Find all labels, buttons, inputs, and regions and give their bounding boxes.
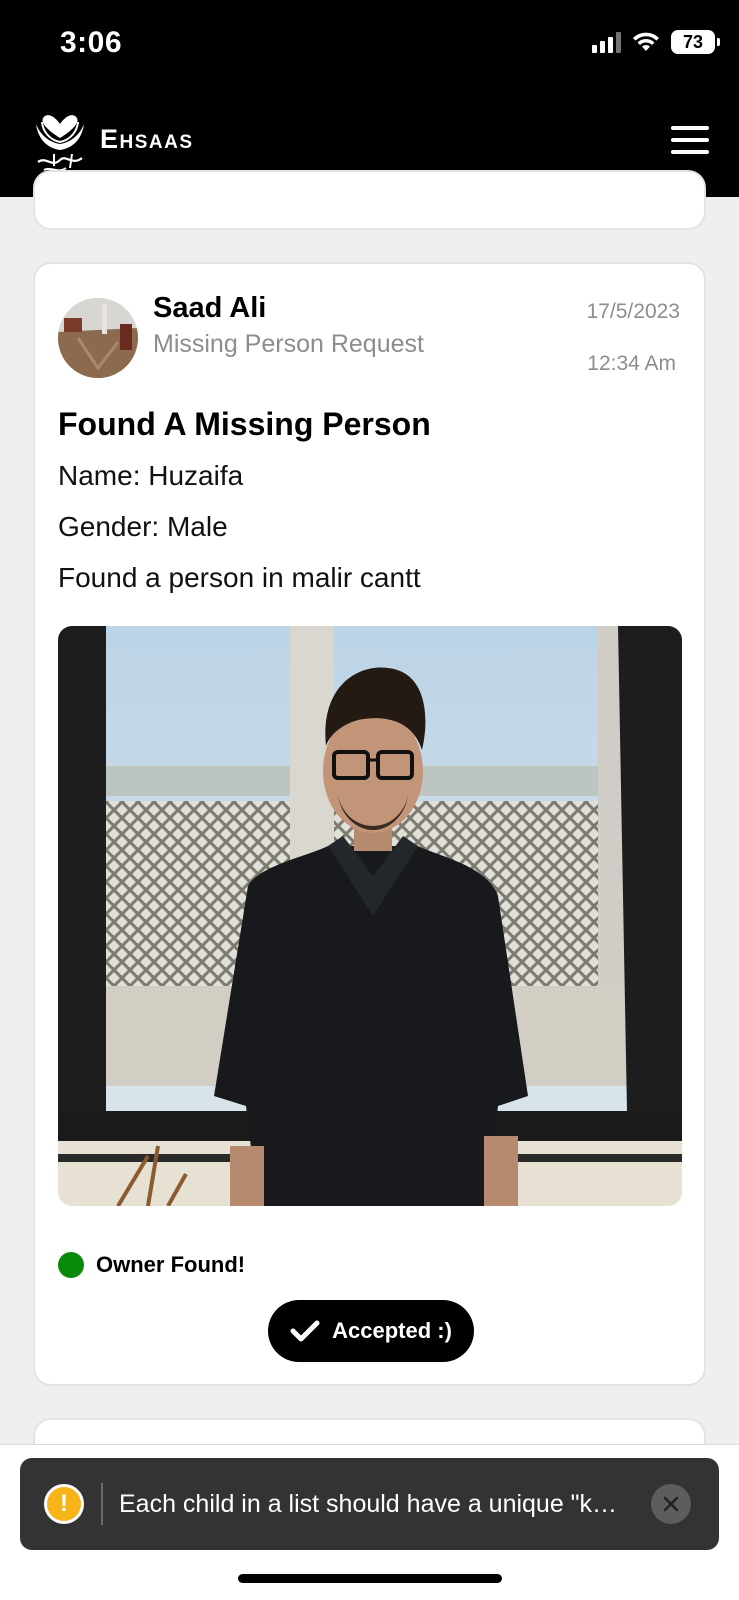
accepted-button-label: Accepted :)	[332, 1318, 452, 1343]
signal-icon	[592, 31, 621, 53]
status-bar: 3:06 73	[0, 0, 739, 90]
app-title: Ehsaas	[100, 124, 194, 154]
toast-message: Each child in a list should have a uniqu…	[119, 1489, 618, 1518]
post-date: 17/5/2023	[586, 300, 680, 323]
post-card: Saad Ali Missing Person Request 17/5/202…	[33, 262, 706, 1386]
status-row: Owner Found!	[58, 1252, 245, 1278]
hamburger-menu-icon[interactable]	[671, 126, 709, 154]
toast-divider	[101, 1483, 103, 1525]
person-name: Name: Huzaifa	[58, 460, 244, 491]
post-time: 12:34 Am	[587, 352, 676, 375]
post-description: Found a person in malir cantt	[58, 562, 421, 593]
accepted-button[interactable]: Accepted :)	[268, 1300, 474, 1362]
status-text: Owner Found!	[96, 1252, 246, 1277]
warning-icon: !	[44, 1484, 84, 1524]
person-gender: Gender: Male	[58, 511, 228, 542]
request-type: Missing Person Request	[153, 330, 424, 358]
post-photo[interactable]	[58, 626, 682, 1206]
previous-post-card	[33, 170, 706, 230]
wifi-icon	[633, 32, 659, 51]
checkmark-icon	[290, 1320, 320, 1342]
ehsaas-logo[interactable]	[32, 104, 88, 180]
status-time: 3:06	[60, 26, 123, 59]
close-icon[interactable]	[651, 1484, 691, 1524]
author-name[interactable]: Saad Ali	[153, 292, 266, 325]
battery-icon: 73	[671, 30, 720, 54]
battery-level: 73	[682, 31, 704, 52]
status-icons: 73	[592, 30, 720, 54]
status-indicator-icon	[58, 1252, 84, 1278]
home-indicator[interactable]	[238, 1574, 502, 1583]
warning-toast[interactable]: ! Each child in a list should have a uni…	[20, 1458, 719, 1550]
avatar[interactable]	[58, 298, 138, 378]
post-title: Found A Missing Person	[58, 406, 431, 442]
